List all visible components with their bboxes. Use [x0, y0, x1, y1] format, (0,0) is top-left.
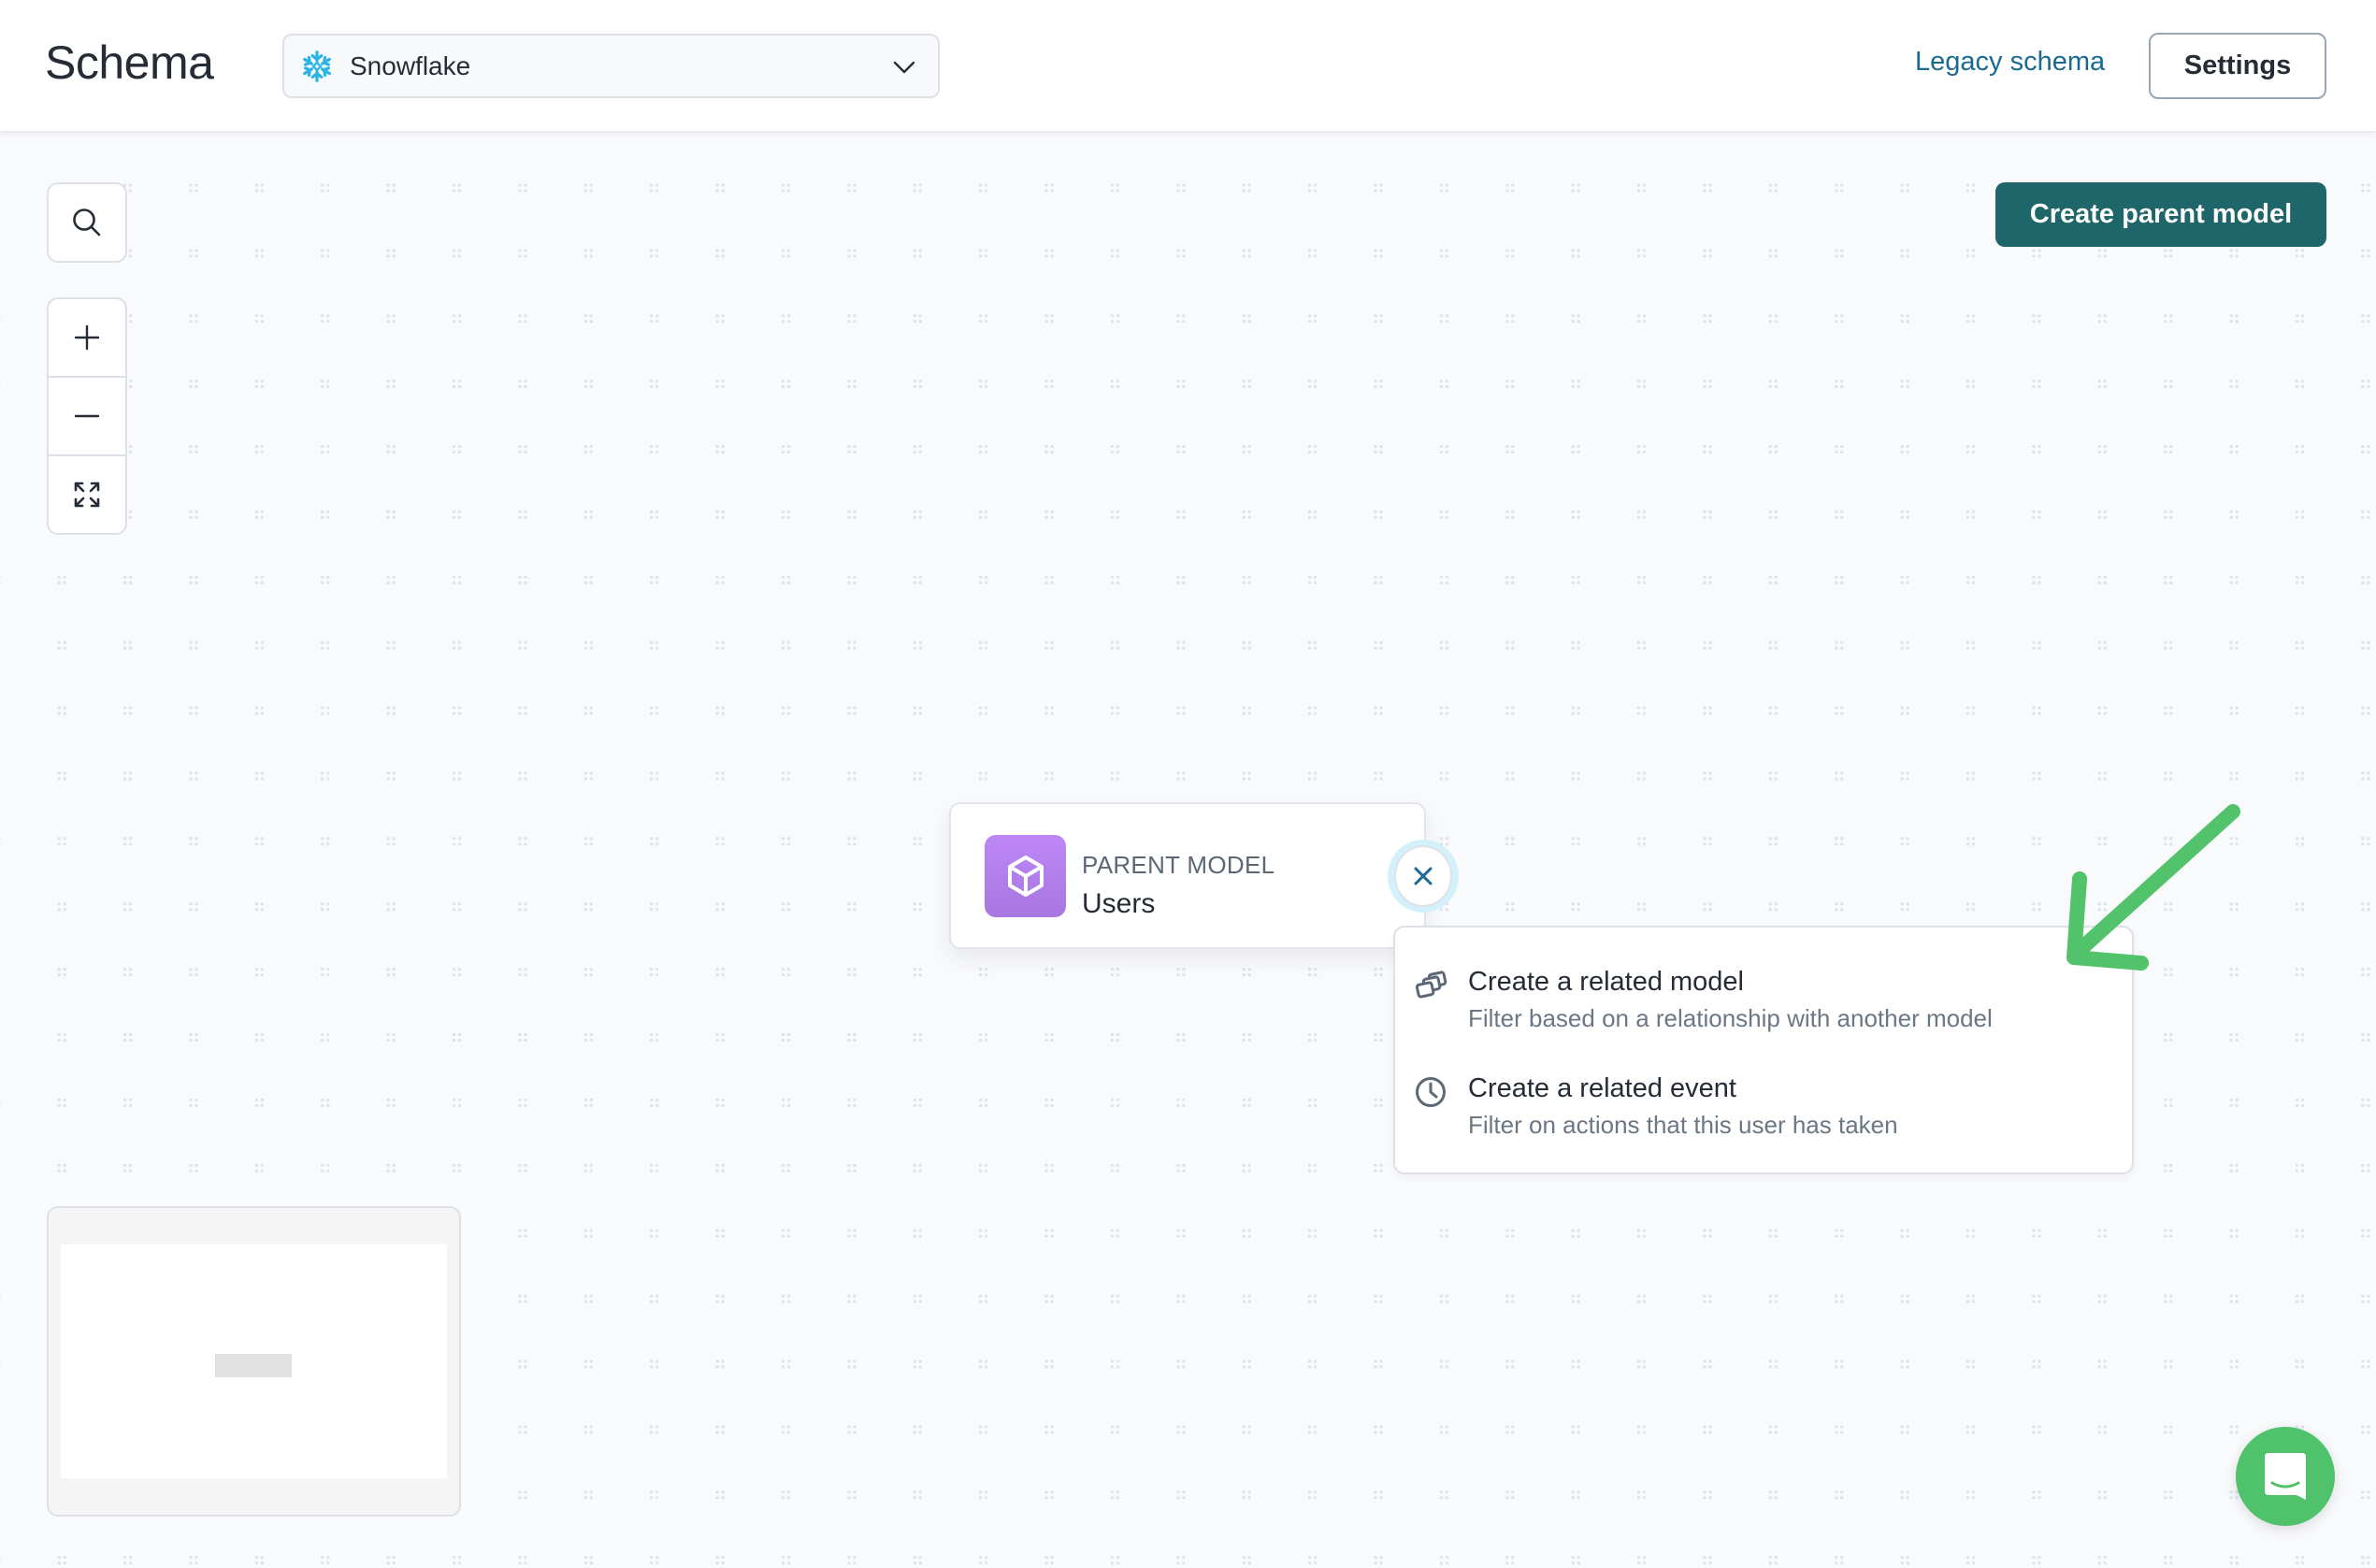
legacy-schema-link[interactable]: Legacy schema	[1915, 47, 2105, 78]
source-select[interactable]: Snowflake	[282, 34, 940, 98]
expand-icon	[74, 482, 100, 508]
close-icon	[1414, 867, 1433, 885]
menu-item-description: Filter based on a relationship with anot…	[1468, 1004, 1993, 1032]
menu-item-title: Create a related model	[1468, 967, 1744, 997]
canvas-search-button[interactable]	[47, 182, 127, 263]
close-button-inner	[1394, 845, 1452, 907]
create-parent-model-button[interactable]: Create parent model	[1995, 182, 2326, 247]
fit-view-button[interactable]	[49, 454, 125, 533]
clock-icon	[1416, 1077, 1446, 1107]
zoom-controls	[47, 297, 127, 535]
menu-item-related-model[interactable]: Create a related model Filter based on a…	[1395, 928, 2132, 1032]
model-kicker: PARENT MODEL	[1082, 851, 1275, 879]
model-icon-tile	[985, 835, 1066, 917]
plus-icon	[74, 324, 100, 351]
chat-bubble-icon	[2265, 1453, 2306, 1500]
menu-item-related-event[interactable]: Create a related event Filter on actions…	[1395, 1034, 2132, 1139]
menu-item-title: Create a related event	[1468, 1073, 1736, 1103]
chat-launcher-button[interactable]	[2236, 1427, 2335, 1526]
cube-icon	[1007, 856, 1044, 897]
snowflake-icon	[303, 50, 331, 82]
stacked-cards-icon	[1415, 971, 1447, 999]
source-select-value: Snowflake	[350, 50, 471, 80]
zoom-out-button[interactable]	[49, 376, 125, 454]
search-icon	[73, 209, 101, 237]
top-header: Schema Snowflake Legacy schema Settings	[0, 0, 2376, 131]
menu-item-description: Filter on actions that this user has tak…	[1468, 1111, 1898, 1139]
minimap-node	[215, 1354, 292, 1377]
minus-icon	[74, 414, 100, 418]
add-related-menu: Create a related model Filter based on a…	[1393, 926, 2134, 1174]
zoom-in-button[interactable]	[49, 299, 125, 376]
settings-button[interactable]: Settings	[2149, 33, 2326, 99]
minimap[interactable]	[47, 1206, 461, 1517]
minimap-viewport	[61, 1244, 447, 1478]
chevron-down-icon	[893, 61, 915, 74]
model-name: Users	[1082, 888, 1156, 919]
close-add-menu-button[interactable]	[1388, 840, 1459, 913]
app-title: Schema	[45, 36, 214, 89]
parent-model-card[interactable]: PARENT MODEL Users	[949, 802, 1426, 949]
